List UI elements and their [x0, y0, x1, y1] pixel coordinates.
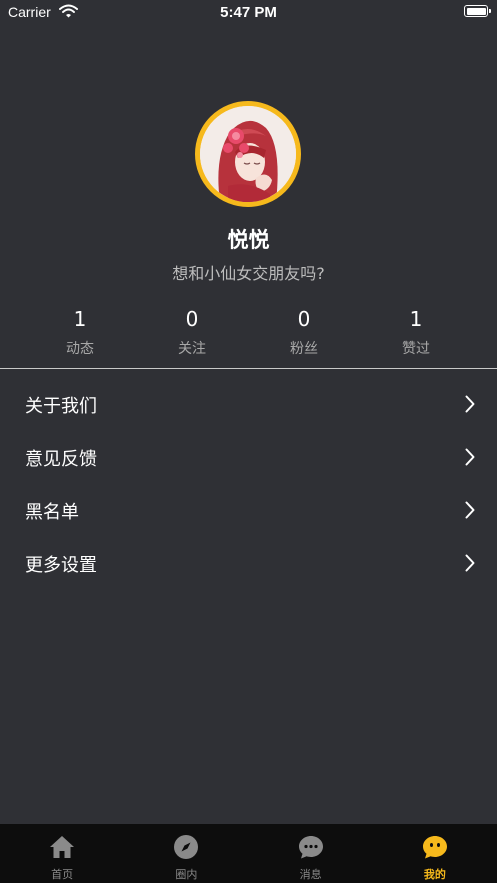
- chat-bubble-icon: [298, 836, 323, 859]
- menu-item-label: 黑名单: [25, 502, 79, 523]
- stat-followers[interactable]: 0 粉丝: [248, 306, 360, 358]
- menu-item-more-settings[interactable]: 更多设置: [0, 537, 497, 590]
- nickname: 悦悦: [227, 228, 270, 252]
- signature: 想和小仙女交朋友吗?: [172, 264, 325, 283]
- stat-label: 赞过: [402, 341, 430, 357]
- tab-home[interactable]: 首页: [0, 824, 124, 883]
- tab-messages[interactable]: 消息: [249, 824, 373, 883]
- battery-icon: [464, 5, 491, 17]
- stat-value: 1: [409, 307, 423, 331]
- compass-icon: [174, 835, 199, 859]
- tab-mine[interactable]: 我的: [373, 824, 497, 883]
- stats-row: 1 动态 0 关注 0 粉丝 1 赞过: [24, 306, 472, 358]
- stat-value: 0: [297, 307, 311, 331]
- stat-posts[interactable]: 1 动态: [24, 306, 136, 358]
- menu-item-label: 更多设置: [25, 555, 97, 576]
- menu-item-blacklist[interactable]: 黑名单: [0, 484, 497, 537]
- tab-circle[interactable]: 圈内: [124, 824, 248, 883]
- avatar[interactable]: [195, 101, 301, 207]
- home-icon: [50, 836, 75, 858]
- stat-label: 关注: [178, 341, 206, 357]
- menu-item-feedback[interactable]: 意见反馈: [0, 431, 497, 484]
- stat-value: 0: [185, 307, 199, 331]
- status-bar: Carrier 5:47 PM: [0, 0, 497, 26]
- tab-label: 我的: [423, 868, 446, 881]
- menu-item-about-us[interactable]: 关于我们: [0, 378, 497, 431]
- tab-label: 圈内: [175, 868, 198, 881]
- settings-menu: 关于我们 意见反馈 黑名单 更多设置: [0, 378, 497, 590]
- menu-item-label: 关于我们: [25, 396, 97, 417]
- divider: [0, 368, 497, 369]
- tab-bar: 首页 圈内 消息 我的: [0, 824, 497, 883]
- clock: 5:47 PM: [220, 4, 277, 21]
- tab-label: 消息: [299, 868, 322, 881]
- stat-following[interactable]: 0 关注: [136, 306, 248, 358]
- chevron-right-icon: [465, 554, 475, 572]
- stat-value: 1: [73, 307, 87, 331]
- chevron-right-icon: [465, 501, 475, 519]
- face-icon: [422, 836, 447, 859]
- avatar-illustration: [200, 106, 296, 202]
- stat-label: 粉丝: [290, 341, 318, 357]
- stat-likes[interactable]: 1 赞过: [360, 306, 472, 358]
- stat-label: 动态: [66, 341, 94, 357]
- chevron-right-icon: [465, 395, 475, 413]
- chevron-right-icon: [465, 448, 475, 466]
- menu-item-label: 意见反馈: [25, 449, 97, 470]
- tab-label: 首页: [51, 868, 74, 881]
